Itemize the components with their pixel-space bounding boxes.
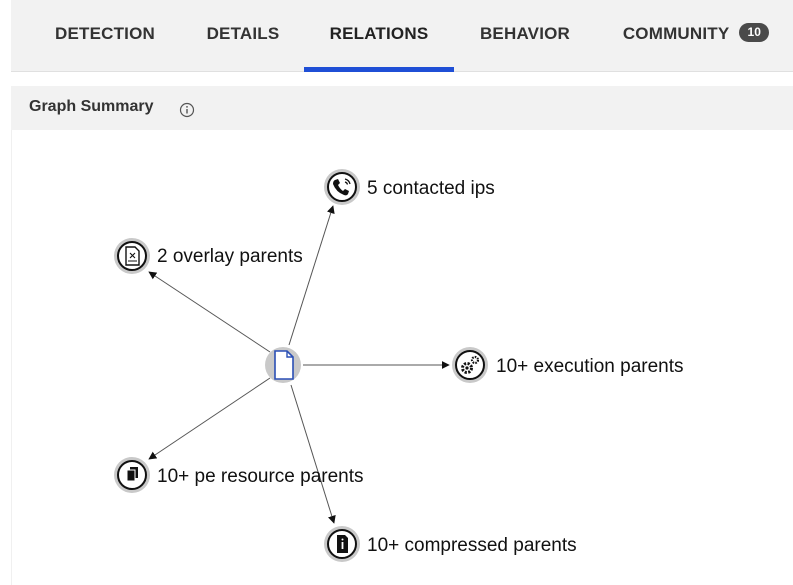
edge-contacted-ips [288, 205, 335, 346]
node-label-compressed-parents: 10+ compressed parents [367, 535, 577, 556]
node-label-contacted-ips: 5 contacted ips [367, 178, 495, 199]
node-overlay-parents[interactable]: 2 overlay parents [114, 238, 303, 274]
node-execution-parents[interactable]: 10+ execution parents [452, 347, 684, 383]
tab-community[interactable]: COMMUNITY 10 [611, 0, 781, 72]
relations-graph: 5 contacted ips 2 overlay parents 10+ ex… [11, 130, 793, 585]
file-icon [274, 350, 294, 380]
file-info-icon [337, 535, 348, 553]
tab-details[interactable]: DETAILS [189, 0, 297, 72]
node-label-overlay-parents: 2 overlay parents [157, 246, 303, 267]
node-contacted-ips[interactable]: 5 contacted ips [324, 169, 495, 205]
graph-summary-title: Graph Summary [29, 98, 154, 115]
center-file-node[interactable] [265, 347, 301, 383]
file-archive-icon [125, 246, 140, 266]
graph-summary-header: Graph Summary [11, 86, 793, 130]
edge-overlay-parents [148, 271, 271, 353]
tab-detection[interactable]: DETECTION [33, 0, 177, 72]
tab-community-label: COMMUNITY [622, 24, 730, 43]
relations-graph-canvas: 5 contacted ips 2 overlay parents 10+ ex… [114, 169, 684, 562]
edge-compressed-parents [290, 384, 336, 524]
tab-relations[interactable]: RELATIONS [311, 0, 447, 72]
community-count-badge: 10 [739, 23, 770, 43]
node-compressed-parents[interactable]: 10+ compressed parents [324, 526, 577, 562]
node-label-execution-parents: 10+ execution parents [496, 356, 684, 377]
node-pe-resource-parents[interactable]: 10+ pe resource parents [114, 457, 364, 493]
edge-pe-resource-parents [148, 377, 271, 460]
node-label-pe-resource-parents: 10+ pe resource parents [157, 466, 364, 487]
info-icon[interactable] [179, 102, 195, 118]
active-tab-indicator [304, 67, 454, 72]
tab-bar: DETECTION DETAILS RELATIONS BEHAVIOR COM… [11, 0, 793, 72]
tab-behavior[interactable]: BEHAVIOR [463, 0, 587, 72]
